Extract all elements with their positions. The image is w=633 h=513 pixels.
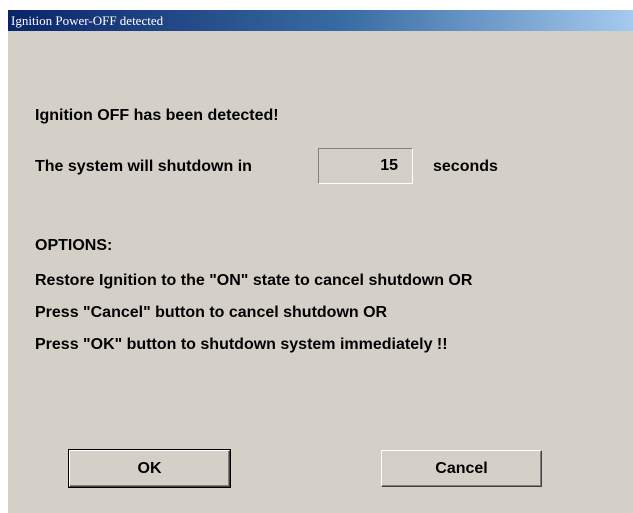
title-bar[interactable]: Ignition Power-OFF detected	[8, 10, 633, 31]
options-heading: OPTIONS:	[35, 237, 113, 254]
option-line-press-cancel: Press "Cancel" button to cancel shutdown…	[35, 304, 388, 321]
detection-message: Ignition OFF has been detected!	[35, 107, 279, 124]
shutdown-prefix-label: The system will shutdown in	[35, 158, 252, 175]
option-line-press-ok: Press "OK" button to shutdown system imm…	[35, 336, 448, 353]
ok-button[interactable]: OK	[68, 449, 231, 488]
shutdown-dialog: Ignition Power-OFF detected Ignition OFF…	[7, 9, 633, 513]
shutdown-suffix-label: seconds	[433, 158, 498, 175]
cancel-button[interactable]: Cancel	[381, 450, 542, 487]
window-title: Ignition Power-OFF detected	[11, 13, 164, 28]
countdown-value: 15	[380, 157, 398, 174]
countdown-field: 15	[318, 148, 413, 184]
option-line-restore-ignition: Restore Ignition to the "ON" state to ca…	[35, 272, 473, 289]
